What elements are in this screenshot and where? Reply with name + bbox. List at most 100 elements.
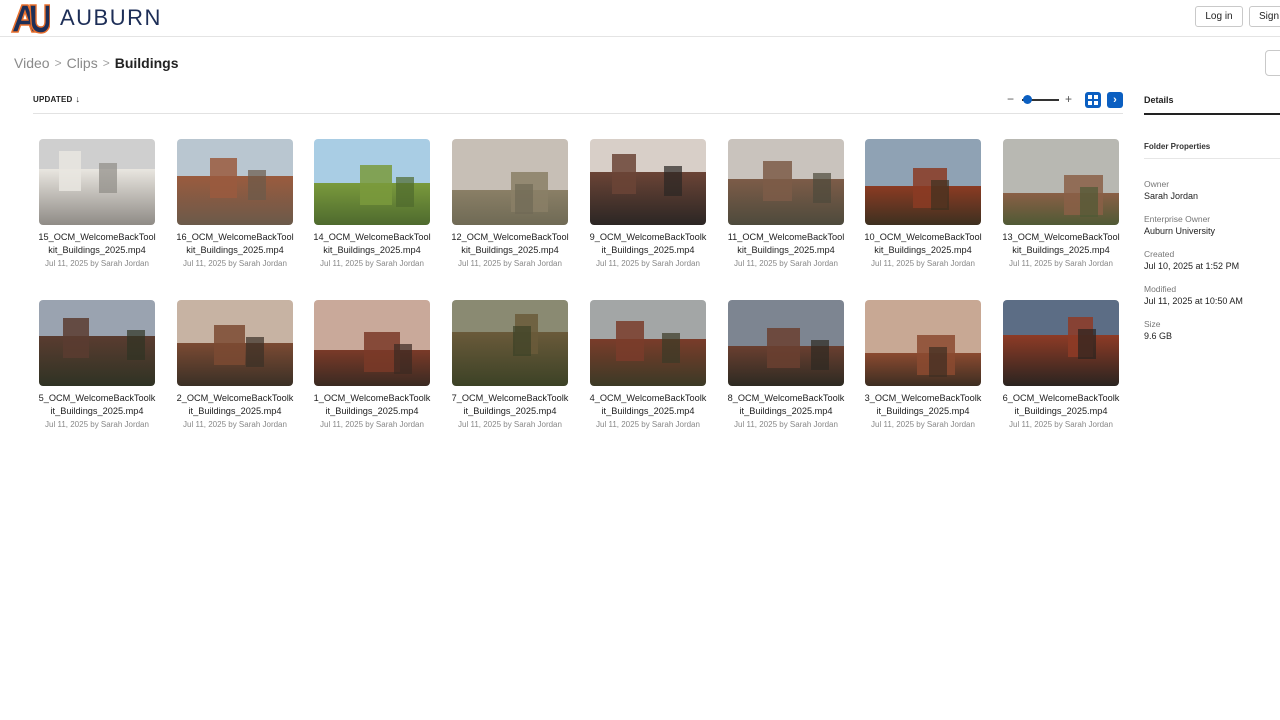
file-name[interactable]: 6_OCM_WelcomeBackToolkit_Buildings_2025.… <box>1002 392 1120 418</box>
video-thumbnail[interactable] <box>314 139 430 225</box>
file-meta: Jul 11, 2025 by Sarah Jordan <box>320 420 424 429</box>
file-card[interactable]: 10_OCM_WelcomeBackToolkit_Buildings_2025… <box>864 139 982 268</box>
file-name[interactable]: 10_OCM_WelcomeBackToolkit_Buildings_2025… <box>864 231 982 257</box>
chevron-right-icon[interactable]: › <box>1107 92 1123 108</box>
property-label: Enterprise Owner <box>1144 214 1211 224</box>
file-meta: Jul 11, 2025 by Sarah Jordan <box>45 259 149 268</box>
file-name[interactable]: 5_OCM_WelcomeBackToolkit_Buildings_2025.… <box>38 392 156 418</box>
file-name[interactable]: 15_OCM_WelcomeBackToolkit_Buildings_2025… <box>38 231 156 257</box>
breadcrumb-clips[interactable]: Clips <box>67 55 98 71</box>
file-meta: Jul 11, 2025 by Sarah Jordan <box>45 420 149 429</box>
file-card[interactable]: 6_OCM_WelcomeBackToolkit_Buildings_2025.… <box>1003 300 1119 429</box>
file-meta: Jul 11, 2025 by Sarah Jordan <box>596 259 700 268</box>
property-value: Jul 11, 2025 at 10:50 AM <box>1144 296 1243 306</box>
details-panel: Details Folder Properties Owner Sarah Jor… <box>1144 88 1280 341</box>
file-card[interactable]: 5_OCM_WelcomeBackToolkit_Buildings_2025.… <box>39 300 155 429</box>
signup-button[interactable]: Sign <box>1249 6 1280 27</box>
zoom-out-icon[interactable]: − <box>1007 92 1014 106</box>
file-card[interactable]: 13_OCM_WelcomeBackToolkit_Buildings_2025… <box>1002 139 1120 268</box>
file-name[interactable]: 11_OCM_WelcomeBackToolkit_Buildings_2025… <box>727 231 845 257</box>
property-list: Owner Sarah Jordan Enterprise Owner Auburn … <box>1144 179 1280 341</box>
property-label: Modified <box>1144 284 1177 294</box>
auburn-logo[interactable]: AUBURN <box>10 1 162 35</box>
video-thumbnail[interactable] <box>590 300 706 386</box>
share-button[interactable]: S <box>1265 50 1280 76</box>
file-card[interactable]: 3_OCM_WelcomeBackToolkit_Buildings_2025.… <box>865 300 981 429</box>
zoom-in-icon[interactable]: + <box>1065 92 1072 106</box>
file-card[interactable]: 1_OCM_WelcomeBackToolkit_Buildings_2025.… <box>314 300 430 429</box>
video-thumbnail[interactable] <box>590 139 706 225</box>
file-card[interactable]: 4_OCM_WelcomeBackToolkit_Buildings_2025.… <box>590 300 706 429</box>
file-name[interactable]: 9_OCM_WelcomeBackToolkit_Buildings_2025.… <box>589 231 707 257</box>
video-thumbnail[interactable] <box>728 139 844 225</box>
file-name[interactable]: 13_OCM_WelcomeBackToolkit_Buildings_2025… <box>1002 231 1120 257</box>
video-thumbnail[interactable] <box>177 139 293 225</box>
property-value: Sarah Jordan <box>1144 191 1199 201</box>
file-meta: Jul 11, 2025 by Sarah Jordan <box>183 420 287 429</box>
property-label: Owner <box>1144 179 1170 189</box>
property-value: Auburn University <box>1144 226 1216 236</box>
file-meta: Jul 11, 2025 by Sarah Jordan <box>458 420 562 429</box>
file-card[interactable]: 2_OCM_WelcomeBackToolkit_Buildings_2025.… <box>177 300 293 429</box>
breadcrumb-video[interactable]: Video <box>14 55 50 71</box>
file-card[interactable]: 12_OCM_WelcomeBackToolkit_Buildings_2025… <box>451 139 569 268</box>
au-monogram-icon <box>10 4 50 34</box>
breadcrumb-buildings: Buildings <box>114 55 179 71</box>
video-thumbnail[interactable] <box>865 139 981 225</box>
chevron-right-icon: > <box>54 56 62 70</box>
file-card[interactable]: 16_OCM_WelcomeBackToolkit_Buildings_2025… <box>176 139 294 268</box>
folder-properties-title: Folder Properties <box>1144 142 1280 159</box>
file-meta: Jul 11, 2025 by Sarah Jordan <box>1009 420 1113 429</box>
file-name[interactable]: 3_OCM_WelcomeBackToolkit_Buildings_2025.… <box>864 392 982 418</box>
file-name[interactable]: 2_OCM_WelcomeBackToolkit_Buildings_2025.… <box>176 392 294 418</box>
brand-name: AUBURN <box>60 5 162 30</box>
top-bar: AUBURN Log in Sign <box>0 0 1280 37</box>
login-button[interactable]: Log in <box>1195 6 1243 27</box>
file-meta: Jul 11, 2025 by Sarah Jordan <box>871 259 975 268</box>
property-value: 9.6 GB <box>1144 331 1173 341</box>
file-card[interactable]: 9_OCM_WelcomeBackToolkit_Buildings_2025.… <box>590 139 706 268</box>
file-card[interactable]: 8_OCM_WelcomeBackToolkit_Buildings_2025.… <box>728 300 844 429</box>
video-thumbnail[interactable] <box>39 139 155 225</box>
video-thumbnail[interactable] <box>728 300 844 386</box>
file-meta: Jul 11, 2025 by Sarah Jordan <box>183 259 287 268</box>
file-name[interactable]: 8_OCM_WelcomeBackToolkit_Buildings_2025.… <box>727 392 845 418</box>
video-thumbnail[interactable] <box>1003 300 1119 386</box>
video-thumbnail[interactable] <box>452 300 568 386</box>
video-thumbnail[interactable] <box>177 300 293 386</box>
file-name[interactable]: 1_OCM_WelcomeBackToolkit_Buildings_2025.… <box>313 392 431 418</box>
grid-view-icon[interactable] <box>1085 92 1101 108</box>
file-name[interactable]: 7_OCM_WelcomeBackToolkit_Buildings_2025.… <box>451 392 569 418</box>
zoom-slider[interactable]: − + <box>1007 92 1077 108</box>
file-card[interactable]: 14_OCM_WelcomeBackToolkit_Buildings_2025… <box>313 139 431 268</box>
property-label: Created <box>1144 249 1175 259</box>
file-meta: Jul 11, 2025 by Sarah Jordan <box>1009 259 1113 268</box>
zoom-handle[interactable] <box>1023 95 1033 104</box>
file-meta: Jul 11, 2025 by Sarah Jordan <box>596 420 700 429</box>
list-toolbar: UPDATED ↓ − + › <box>33 88 1123 114</box>
file-meta: Jul 11, 2025 by Sarah Jordan <box>320 259 424 268</box>
video-thumbnail[interactable] <box>39 300 155 386</box>
chevron-right-icon: > <box>102 56 110 70</box>
file-card[interactable]: 15_OCM_WelcomeBackToolkit_Buildings_2025… <box>38 139 156 268</box>
property-label: Size <box>1144 319 1161 329</box>
tab-details[interactable]: Details <box>1144 88 1280 115</box>
video-thumbnail[interactable] <box>452 139 568 225</box>
breadcrumb: Video > Clips > Buildings <box>14 55 179 71</box>
file-name[interactable]: 16_OCM_WelcomeBackToolkit_Buildings_2025… <box>176 231 294 257</box>
file-card[interactable]: 7_OCM_WelcomeBackToolkit_Buildings_2025.… <box>452 300 568 429</box>
arrow-down-icon: ↓ <box>75 94 81 104</box>
file-name[interactable]: 12_OCM_WelcomeBackToolkit_Buildings_2025… <box>451 231 569 257</box>
file-meta: Jul 11, 2025 by Sarah Jordan <box>734 420 838 429</box>
sort-label: UPDATED <box>33 94 73 104</box>
property-value: Jul 10, 2025 at 1:52 PM <box>1144 261 1240 271</box>
video-thumbnail[interactable] <box>865 300 981 386</box>
file-card[interactable]: 11_OCM_WelcomeBackToolkit_Buildings_2025… <box>728 139 844 268</box>
video-thumbnail[interactable] <box>1003 139 1119 225</box>
file-meta: Jul 11, 2025 by Sarah Jordan <box>871 420 975 429</box>
file-meta: Jul 11, 2025 by Sarah Jordan <box>734 259 838 268</box>
sort-control[interactable]: UPDATED ↓ <box>33 94 80 104</box>
file-name[interactable]: 4_OCM_WelcomeBackToolkit_Buildings_2025.… <box>589 392 707 418</box>
file-name[interactable]: 14_OCM_WelcomeBackToolkit_Buildings_2025… <box>313 231 431 257</box>
video-thumbnail[interactable] <box>314 300 430 386</box>
